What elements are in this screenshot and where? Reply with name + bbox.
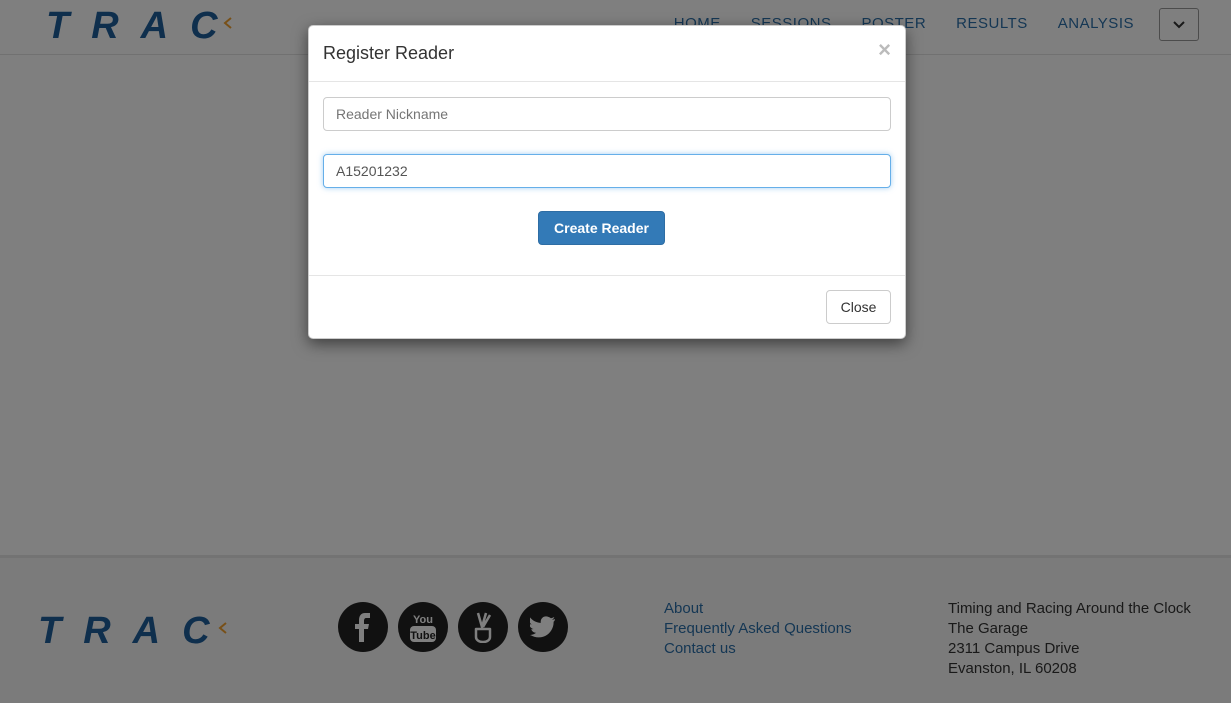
modal-footer: Close <box>309 276 905 338</box>
modal-header: Register Reader × <box>309 26 905 82</box>
reader-nickname-input[interactable] <box>323 97 891 131</box>
register-reader-modal: Register Reader × Create Reader Close <box>308 25 906 339</box>
modal-title: Register Reader <box>323 43 455 63</box>
create-reader-button[interactable]: Create Reader <box>538 211 665 245</box>
reader-serial-input[interactable] <box>323 154 891 188</box>
modal-body: Create Reader <box>309 82 905 276</box>
close-button[interactable]: Close <box>826 290 891 324</box>
modal-close-icon[interactable]: × <box>878 38 891 62</box>
